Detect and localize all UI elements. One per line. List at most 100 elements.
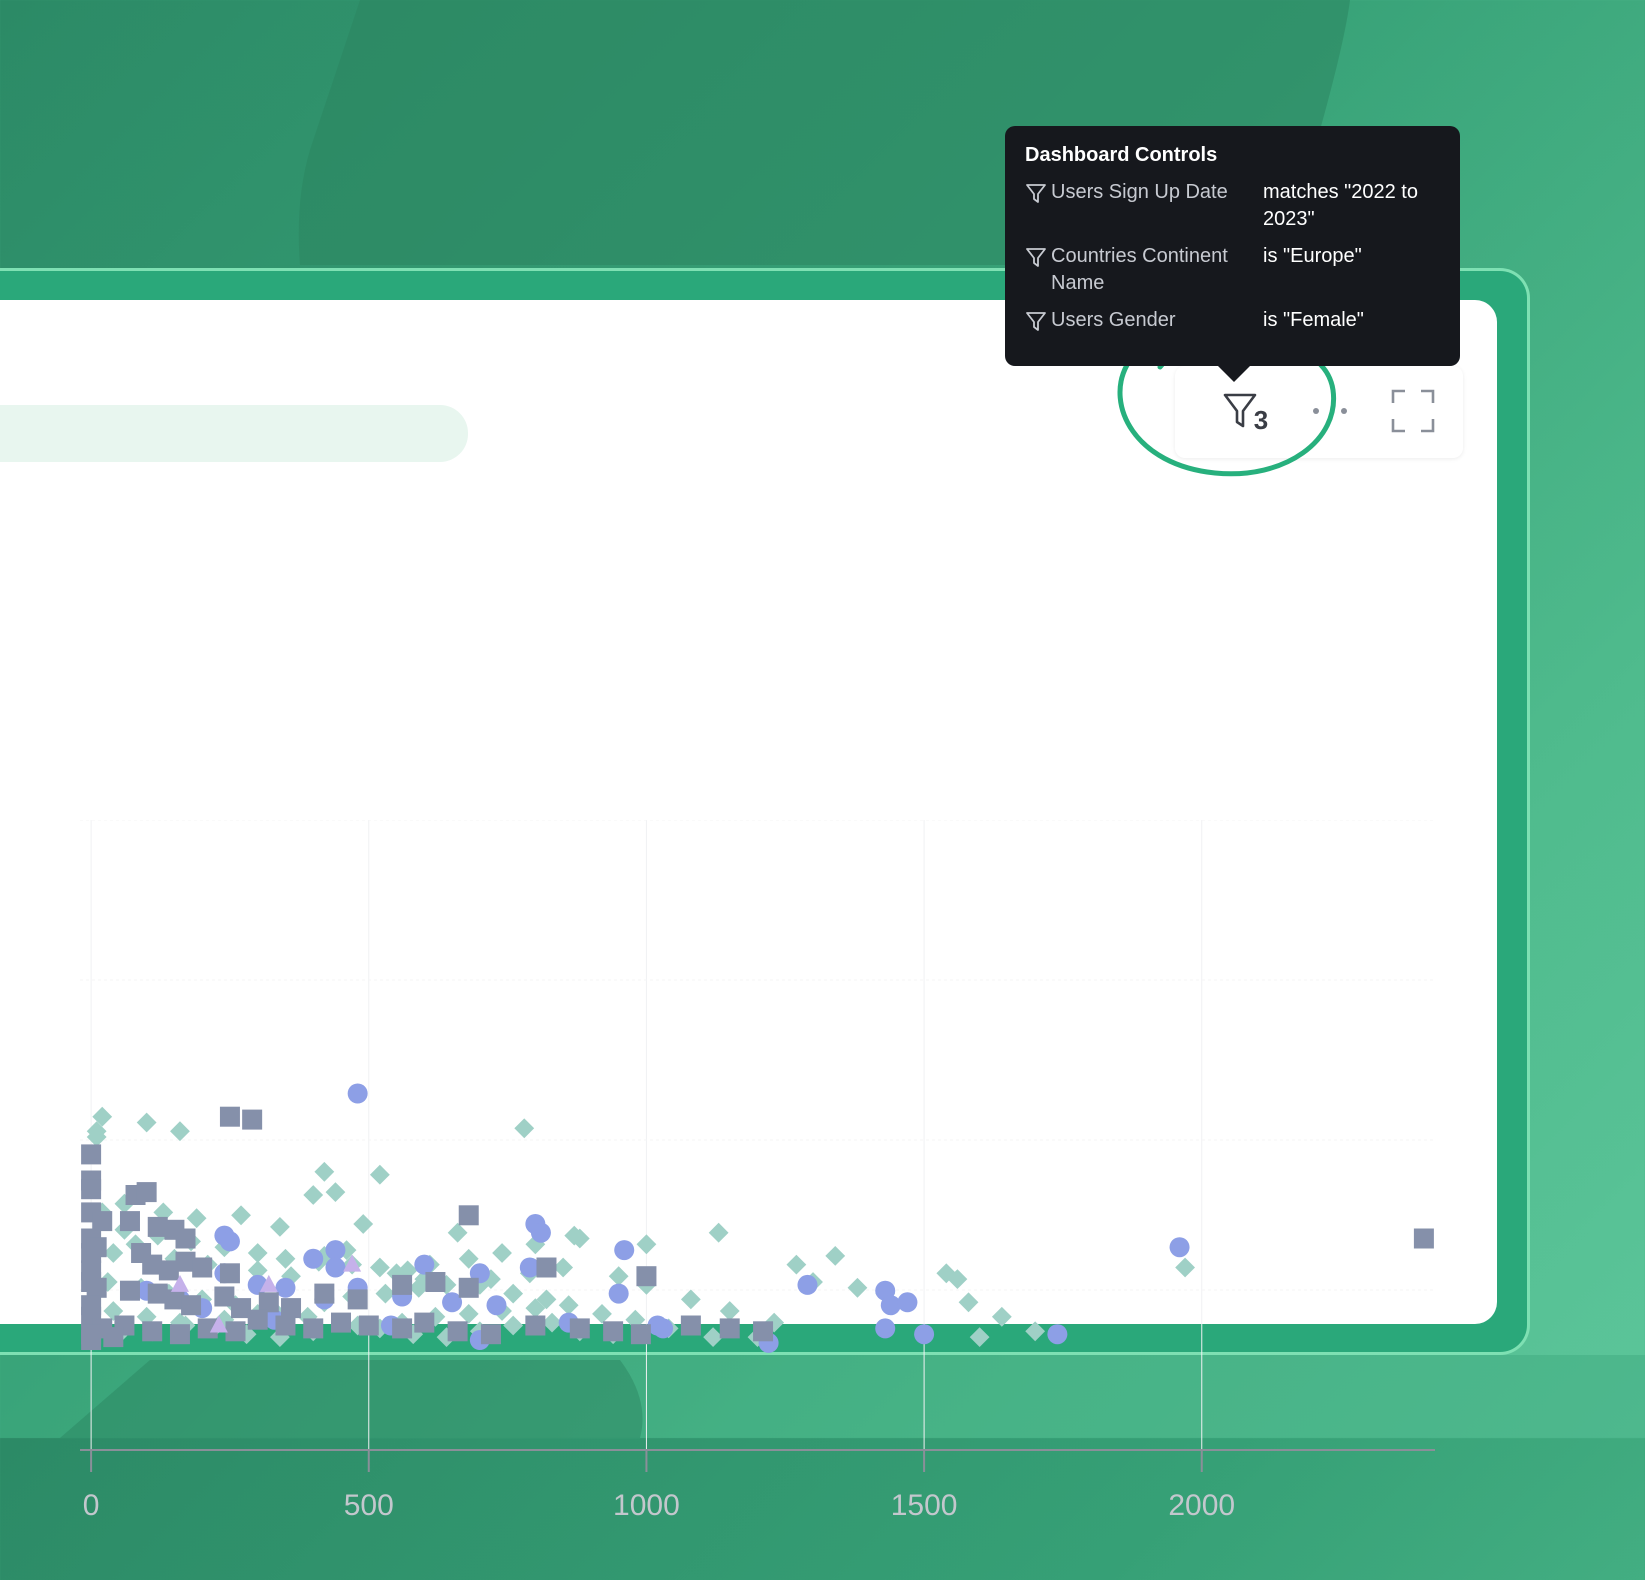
diamond-point[interactable] (847, 1277, 868, 1298)
square-point[interactable] (81, 1179, 102, 1200)
fullscreen-button[interactable] (1378, 376, 1448, 446)
square-point[interactable] (425, 1272, 446, 1292)
diamond-point[interactable] (958, 1292, 979, 1313)
circle-point[interactable] (325, 1240, 346, 1261)
square-point[interactable] (219, 1106, 240, 1127)
square-point[interactable] (225, 1321, 246, 1342)
square-point[interactable] (81, 1330, 102, 1350)
square-point[interactable] (136, 1182, 157, 1203)
circle-point[interactable] (875, 1318, 896, 1339)
diamond-point[interactable] (719, 1301, 740, 1321)
diamond-point[interactable] (1025, 1321, 1046, 1342)
square-point[interactable] (242, 1109, 263, 1130)
diamond-point[interactable] (592, 1304, 612, 1324)
circle-point[interactable] (608, 1283, 629, 1304)
diamond-point[interactable] (447, 1222, 468, 1243)
diamond-point[interactable] (314, 1161, 335, 1182)
square-point[interactable] (753, 1321, 774, 1342)
square-point[interactable] (314, 1283, 335, 1304)
diamond-point[interactable] (325, 1182, 346, 1202)
square-point[interactable] (603, 1321, 624, 1342)
diamond-point[interactable] (514, 1118, 535, 1139)
diamond-point[interactable] (492, 1243, 512, 1263)
square-point[interactable] (569, 1318, 590, 1339)
square-point[interactable] (392, 1274, 413, 1295)
circle-point[interactable] (530, 1222, 551, 1243)
diamond-point[interactable] (1175, 1257, 1196, 1278)
square-point[interactable] (536, 1257, 557, 1278)
square-point[interactable] (525, 1315, 546, 1336)
square-point[interactable] (636, 1266, 657, 1287)
square-point[interactable] (447, 1321, 468, 1342)
square-point[interactable] (119, 1280, 140, 1301)
circle-point[interactable] (1169, 1237, 1190, 1258)
square-point[interactable] (119, 1211, 140, 1232)
diamond-point[interactable] (558, 1295, 579, 1316)
square-point[interactable] (392, 1318, 413, 1339)
circle-point[interactable] (486, 1295, 507, 1316)
square-point[interactable] (86, 1237, 107, 1258)
diamond-point[interactable] (503, 1283, 524, 1304)
square-point[interactable] (358, 1315, 379, 1336)
square-point[interactable] (680, 1315, 701, 1336)
diamond-point[interactable] (270, 1217, 290, 1237)
square-point[interactable] (414, 1312, 435, 1333)
square-point[interactable] (92, 1211, 113, 1232)
circle-point[interactable] (303, 1248, 324, 1269)
diamond-point[interactable] (369, 1257, 390, 1278)
circle-point[interactable] (1047, 1324, 1068, 1345)
diamond-point[interactable] (303, 1185, 324, 1205)
square-point[interactable] (181, 1295, 202, 1316)
circle-point[interactable] (914, 1324, 935, 1345)
diamond-point[interactable] (136, 1112, 157, 1133)
diamond-point[interactable] (680, 1289, 701, 1310)
diamond-point[interactable] (275, 1248, 296, 1269)
square-point[interactable] (331, 1312, 352, 1333)
diamond-point[interactable] (503, 1315, 524, 1336)
diamond-point[interactable] (825, 1246, 846, 1266)
square-point[interactable] (142, 1321, 163, 1342)
square-point[interactable] (480, 1324, 501, 1345)
square-point[interactable] (1413, 1228, 1434, 1249)
square-point[interactable] (458, 1277, 479, 1298)
square-point[interactable] (247, 1309, 268, 1330)
square-point[interactable] (86, 1277, 107, 1298)
diamond-point[interactable] (170, 1121, 190, 1142)
diamond-point[interactable] (991, 1306, 1012, 1327)
square-point[interactable] (303, 1318, 324, 1339)
circle-point[interactable] (614, 1240, 635, 1261)
circle-point[interactable] (797, 1274, 818, 1295)
square-point[interactable] (192, 1257, 213, 1278)
diamond-point[interactable] (458, 1304, 479, 1324)
square-point[interactable] (281, 1298, 302, 1319)
diamond-point[interactable] (247, 1243, 268, 1263)
filter-button[interactable]: 3 (1205, 376, 1285, 446)
diamond-point[interactable] (608, 1266, 629, 1287)
square-point[interactable] (458, 1205, 479, 1226)
circle-point[interactable] (880, 1295, 901, 1316)
circle-point[interactable] (897, 1292, 918, 1313)
circle-point[interactable] (219, 1231, 240, 1252)
diamond-point[interactable] (186, 1208, 207, 1229)
square-point[interactable] (175, 1228, 196, 1249)
circle-point[interactable] (414, 1254, 435, 1275)
square-point[interactable] (169, 1324, 190, 1345)
diamond-point[interactable] (353, 1214, 374, 1234)
diamond-point[interactable] (231, 1205, 251, 1226)
diamond-point[interactable] (786, 1254, 807, 1275)
circle-point[interactable] (325, 1257, 346, 1278)
square-point[interactable] (219, 1263, 240, 1284)
square-point[interactable] (347, 1289, 368, 1310)
square-point[interactable] (630, 1324, 651, 1345)
square-point[interactable] (258, 1292, 279, 1313)
diamond-point[interactable] (369, 1164, 390, 1185)
diamond-point[interactable] (708, 1222, 729, 1243)
square-point[interactable] (103, 1327, 124, 1348)
square-point[interactable] (719, 1318, 740, 1339)
circle-point[interactable] (347, 1083, 368, 1104)
more-options-button[interactable] (1305, 376, 1355, 446)
diamond-point[interactable] (636, 1234, 657, 1255)
square-point[interactable] (81, 1144, 102, 1165)
diamond-point[interactable] (969, 1327, 990, 1347)
square-point[interactable] (275, 1315, 296, 1336)
